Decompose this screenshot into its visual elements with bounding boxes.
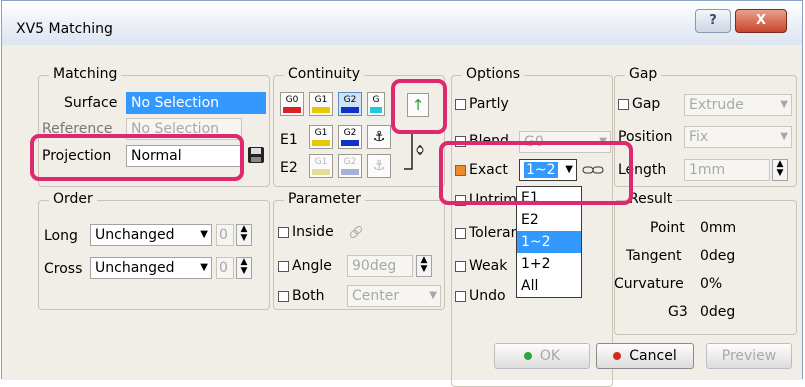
parameter-group-label: Parameter <box>284 191 365 207</box>
cross-spinner[interactable]: ▲ ▼ <box>236 257 252 279</box>
angle-field[interactable]: 90deg <box>347 255 413 277</box>
partly-checkbox[interactable] <box>455 99 466 110</box>
long-label: Long <box>44 228 78 244</box>
dropdown-option-1-2[interactable]: 1~2 <box>517 231 581 253</box>
arrow-highlight <box>391 79 447 134</box>
undo-checkbox[interactable] <box>455 291 466 302</box>
g0-button[interactable]: G0 <box>280 92 304 116</box>
e2-g2-button[interactable]: G2 <box>338 154 362 178</box>
ok-button[interactable]: OK <box>494 343 590 369</box>
tolerance-checkbox[interactable] <box>455 228 466 239</box>
length-spinner[interactable]: ▲ ▼ <box>772 159 788 181</box>
surface-label: Surface <box>64 95 118 111</box>
weak-label: Weak <box>469 258 508 274</box>
dialog-window: XV5 Matching ? X Matching Surface No Sel… <box>1 0 803 387</box>
anchor-icon[interactable]: ⚓ <box>367 125 391 149</box>
options-group-label: Options <box>462 66 525 82</box>
preview-button[interactable]: Preview <box>706 343 792 369</box>
exact-highlight <box>439 141 633 205</box>
inside-label: Inside <box>292 224 334 240</box>
title-bar[interactable]: XV5 Matching ? X <box>2 1 802 45</box>
order-group-label: Order <box>49 191 97 207</box>
g1-button[interactable]: G1 <box>309 92 333 116</box>
e2-label: E2 <box>280 160 298 176</box>
curvature-label: Curvature <box>614 276 684 292</box>
floppy-disk-icon[interactable] <box>247 146 265 164</box>
surface-field[interactable]: No Selection <box>126 92 266 114</box>
dropdown-option-1-plus-2[interactable]: 1+2 <box>517 253 581 275</box>
long-combo[interactable]: Unchanged ▼ <box>90 224 212 246</box>
e1-label: E1 <box>280 132 298 148</box>
inside-checkbox[interactable] <box>278 227 289 238</box>
angle-checkbox[interactable] <box>278 261 289 272</box>
green-dot-icon <box>523 352 532 360</box>
continuity-group-label: Continuity <box>284 66 365 82</box>
cross-label: Cross <box>44 261 83 277</box>
long-number[interactable]: 0 <box>216 224 234 246</box>
g3-button[interactable]: G <box>367 92 385 116</box>
cross-combo[interactable]: Unchanged ▼ <box>90 257 212 279</box>
gap-label: Gap <box>632 96 661 112</box>
cross-number[interactable]: 0 <box>216 257 234 279</box>
dropdown-option-e2[interactable]: E2 <box>517 209 581 231</box>
tangent-value: 0deg <box>700 248 736 264</box>
help-button[interactable]: ? <box>695 9 731 33</box>
gap-checkbox[interactable] <box>618 99 629 110</box>
partly-label: Partly <box>469 96 509 112</box>
undo-label: Undo <box>469 288 506 304</box>
dropdown-option-all[interactable]: All <box>517 275 581 297</box>
both-combo[interactable]: Center ▼ <box>347 285 441 307</box>
position-combo[interactable]: Fix ▼ <box>684 126 792 148</box>
weak-checkbox[interactable] <box>455 261 466 272</box>
g2-button[interactable]: G2 <box>338 92 362 116</box>
e1-g1-button[interactable]: G1 <box>309 125 333 149</box>
e1-g2-button[interactable]: G2 <box>338 125 362 149</box>
red-dot-icon <box>613 352 622 360</box>
curvature-value: 0% <box>700 276 723 292</box>
g3-label: G3 <box>668 304 688 320</box>
both-label: Both <box>292 288 325 304</box>
gap-combo[interactable]: Extrude ▼ <box>684 94 792 116</box>
tangent-label: Tangent <box>626 248 682 264</box>
point-label: Point <box>650 220 685 236</box>
order-group: Order <box>38 191 270 310</box>
length-field[interactable]: 1mm <box>684 159 770 181</box>
projection-highlight <box>30 134 244 181</box>
cancel-button[interactable]: Cancel <box>596 343 694 369</box>
point-value: 0mm <box>700 220 737 236</box>
anchor-disabled-icon[interactable]: ⚓ <box>367 154 391 178</box>
e2-g1-button[interactable]: G1 <box>309 154 333 178</box>
long-spinner[interactable]: ▲ ▼ <box>236 224 252 246</box>
g3-value: 0deg <box>700 304 736 320</box>
gap-group-label: Gap <box>625 66 662 82</box>
angle-label: Angle <box>292 258 332 274</box>
close-button[interactable]: X <box>735 9 787 33</box>
matching-group-label: Matching <box>49 66 122 82</box>
angle-spinner[interactable]: ▲ ▼ <box>416 255 432 277</box>
tolerance-label: Toleran <box>469 225 520 241</box>
both-checkbox[interactable] <box>278 291 289 302</box>
dialog-body: Matching Surface No Selection Reference … <box>2 45 802 387</box>
window-title: XV5 Matching <box>16 21 113 37</box>
link-icon[interactable] <box>347 223 365 241</box>
